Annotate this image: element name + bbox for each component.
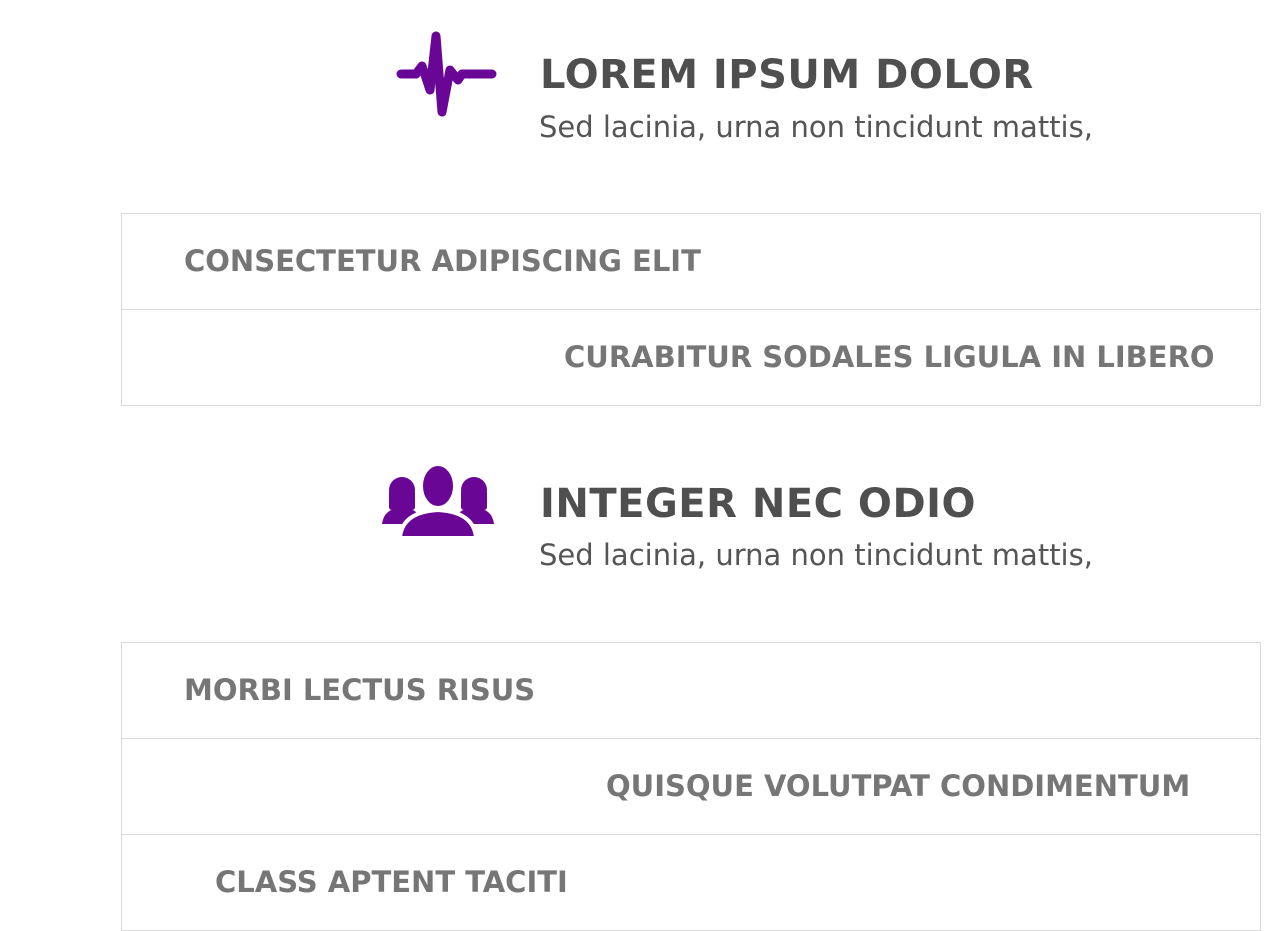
section-title: LOREM IPSUM DOLOR	[540, 52, 1034, 98]
list-item-label: CONSECTETUR ADIPISCING ELIT	[184, 244, 701, 278]
list-item-label: CURABITUR SODALES LIGULA IN LIBERO	[564, 340, 1215, 374]
list-item[interactable]: QUISQUE VOLUTPAT CONDIMENTUM	[122, 739, 1260, 835]
list-item-label: MORBI LECTUS RISUS	[184, 673, 536, 707]
section-subtitle: Sed lacinia, urna non tincidunt mattis,	[539, 110, 1093, 144]
heartbeat-icon	[396, 30, 498, 120]
section-title: INTEGER NEC ODIO	[540, 481, 977, 527]
item-list: MORBI LECTUS RISUS QUISQUE VOLUTPAT COND…	[121, 642, 1261, 931]
list-item-label: QUISQUE VOLUTPAT CONDIMENTUM	[606, 769, 1191, 803]
section-subtitle: Sed lacinia, urna non tincidunt mattis,	[539, 538, 1093, 572]
list-item[interactable]: MORBI LECTUS RISUS	[122, 643, 1260, 739]
list-item[interactable]: CURABITUR SODALES LIGULA IN LIBERO	[122, 310, 1260, 406]
item-list: CONSECTETUR ADIPISCING ELIT CURABITUR SO…	[121, 213, 1261, 406]
users-group-icon	[380, 462, 496, 540]
list-item-label: CLASS APTENT TACITI	[215, 865, 568, 899]
list-item[interactable]: CONSECTETUR ADIPISCING ELIT	[122, 214, 1260, 310]
